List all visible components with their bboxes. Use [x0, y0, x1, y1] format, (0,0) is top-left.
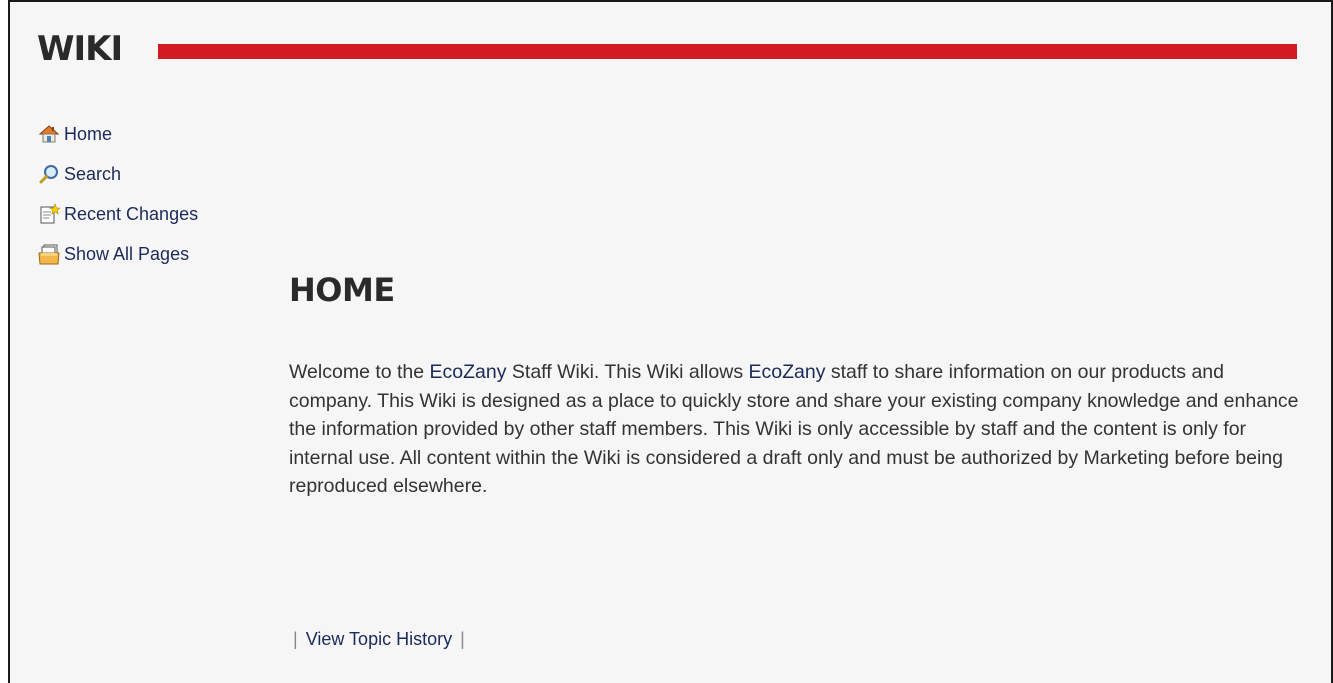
nav-label-search: Search: [64, 164, 122, 184]
show-all-pages-icon: [38, 243, 60, 265]
ecozany-link-2[interactable]: EcoZany: [749, 361, 826, 383]
search-icon: [38, 163, 60, 185]
page-footer-links: | View Topic History |: [293, 629, 465, 650]
footer-separator-left: |: [293, 629, 298, 649]
page-title: HOME: [289, 271, 395, 309]
wiki-title: WIKI: [37, 29, 123, 69]
nav-item-recent-changes[interactable]: Recent Changes: [38, 194, 198, 234]
nav-item-search[interactable]: Search: [38, 154, 198, 194]
nav-item-show-all-pages[interactable]: Show All Pages: [38, 234, 198, 274]
wiki-window: WIKI Home Search Recent Changes Show All…: [8, 0, 1333, 683]
view-topic-history-link[interactable]: View Topic History: [306, 629, 452, 649]
header-accent-bar: [158, 44, 1297, 59]
recent-changes-icon: [38, 203, 60, 225]
page-body-text: Welcome to the EcoZany Staff Wiki. This …: [289, 358, 1299, 501]
sidebar-nav: Home Search Recent Changes Show All Page…: [38, 114, 198, 274]
nav-label-recent-changes: Recent Changes: [64, 204, 199, 224]
body-text-part1: Welcome to the: [289, 361, 430, 383]
nav-label-home: Home: [64, 124, 113, 144]
nav-label-show-all-pages: Show All Pages: [64, 244, 190, 264]
body-text-part2: Staff Wiki. This Wiki allows: [506, 361, 749, 383]
ecozany-link-1[interactable]: EcoZany: [430, 361, 507, 383]
footer-separator-right: |: [460, 629, 465, 649]
nav-item-home[interactable]: Home: [38, 114, 198, 154]
home-icon: [38, 123, 60, 145]
